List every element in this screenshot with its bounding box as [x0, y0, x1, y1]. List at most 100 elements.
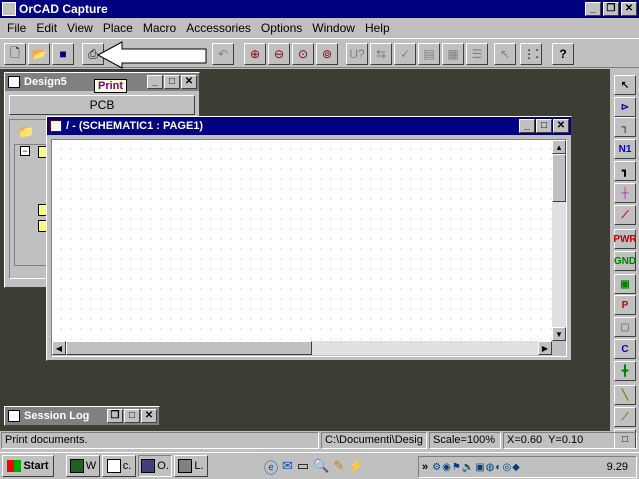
folder-icon: 📁: [18, 124, 35, 139]
junction-icon[interactable]: ┼: [614, 183, 636, 203]
start-button[interactable]: Start: [2, 455, 54, 477]
maximize-button[interactable]: □: [124, 409, 140, 423]
horizontal-scroll-thumb[interactable]: [66, 341, 312, 355]
tab-pcb[interactable]: PCB: [9, 95, 195, 115]
maximize-button[interactable]: □: [536, 119, 552, 133]
ie-icon[interactable]: ⓔ: [264, 458, 278, 478]
drc-icon[interactable]: ✓: [394, 43, 416, 65]
pointer-arrow-icon: [96, 41, 207, 69]
bus-entry-icon[interactable]: ⟋: [614, 205, 636, 225]
mdi-client-area: Design5 _ □ ✕ PCB 📁 − / - (SCHEMATIC1 : …: [0, 69, 610, 431]
outlook-icon[interactable]: ✉: [282, 458, 293, 478]
save-icon[interactable]: ■: [52, 43, 74, 65]
task-label: L.: [194, 460, 204, 472]
scroll-left-icon[interactable]: ◀: [52, 341, 66, 355]
task-label: W: [85, 460, 97, 472]
menu-options[interactable]: Options: [256, 21, 307, 35]
crossref-icon[interactable]: ▦: [442, 43, 464, 65]
channel-icon[interactable]: ✎: [333, 458, 344, 478]
zoom-all-icon[interactable]: ⊚: [316, 43, 338, 65]
power-icon[interactable]: PWR: [613, 229, 637, 249]
open-icon[interactable]: 📂: [28, 43, 50, 65]
winamp-icon[interactable]: ⚡: [348, 458, 364, 478]
hierarchical-pin-icon[interactable]: ▢: [614, 317, 636, 337]
layout-icon: [178, 459, 193, 473]
zoom-out-icon[interactable]: ⊖: [268, 43, 290, 65]
vertical-scrollbar[interactable]: ▲ ▼: [552, 140, 566, 341]
undo-icon[interactable]: ↶: [212, 43, 234, 65]
schematic-window[interactable]: / - (SCHEMATIC1 : PAGE1) _ □ ✕ ▲ ▼ ◀ ▶: [46, 116, 572, 361]
status-scale: Scale=100%: [429, 432, 501, 449]
session-log-window[interactable]: Session Log ❐ □ ✕: [4, 406, 160, 426]
orcad-icon: [141, 459, 156, 473]
place-polyline-icon[interactable]: ⟋: [614, 407, 636, 427]
schematic-frame: ▲ ▼ ◀ ▶: [51, 139, 567, 357]
place-part-icon[interactable]: ⊳: [614, 97, 636, 117]
minimize-button[interactable]: _: [585, 2, 601, 16]
place-line-icon[interactable]: ╲: [614, 385, 636, 405]
net-alias-icon[interactable]: N1: [614, 139, 636, 159]
design-window-title: Design5: [24, 76, 67, 88]
schematic-window-title: / - (SCHEMATIC1 : PAGE1): [66, 120, 204, 132]
taskbar-task-doc[interactable]: c.: [102, 455, 136, 477]
restore-button[interactable]: ❐: [107, 409, 123, 423]
taskbar-task-orcad[interactable]: O.: [138, 455, 172, 477]
scroll-right-icon[interactable]: ▶: [538, 341, 552, 355]
hierarchical-block-icon[interactable]: ▣: [614, 274, 636, 294]
taskbar-task-word[interactable]: W: [66, 455, 100, 477]
menu-place[interactable]: Place: [98, 21, 138, 35]
desktop-icon[interactable]: ▭: [297, 458, 309, 478]
annotate-icon[interactable]: U?: [346, 43, 368, 65]
scroll-up-icon[interactable]: ▲: [552, 140, 566, 154]
tray-icons[interactable]: ⚙◉⚑🔈▣◍◐◎◆: [432, 462, 521, 473]
close-button[interactable]: ✕: [621, 2, 637, 16]
netlist-icon[interactable]: ▤: [418, 43, 440, 65]
ground-icon[interactable]: GND: [614, 251, 636, 271]
collapse-icon[interactable]: −: [20, 146, 30, 156]
schematic-window-titlebar[interactable]: / - (SCHEMATIC1 : PAGE1) _ □ ✕: [47, 117, 571, 135]
close-button[interactable]: ✕: [181, 75, 197, 89]
snap-grid-icon[interactable]: ⋮⁚: [520, 43, 542, 65]
schematic-canvas[interactable]: [52, 140, 552, 341]
search-icon[interactable]: 🔍: [313, 458, 329, 478]
close-button[interactable]: ✕: [553, 119, 569, 133]
menu-window[interactable]: Window: [307, 21, 360, 35]
menu-bar: File Edit View Place Macro Accessories O…: [0, 18, 639, 37]
taskbar: Start Wc. O. L. ⓔ ✉ ▭ 🔍 ✎ ⚡ » ⚙◉⚑🔈▣◍◐◎◆ 9.…: [0, 452, 639, 479]
place-wire-icon[interactable]: ┐: [614, 117, 636, 137]
menu-accessories[interactable]: Accessories: [181, 21, 256, 35]
no-connect-icon[interactable]: ╋: [614, 361, 636, 381]
select-icon[interactable]: ↖: [614, 75, 636, 95]
restore-button[interactable]: ❐: [603, 2, 619, 16]
menu-macro[interactable]: Macro: [138, 21, 181, 35]
quick-launch: ⓔ ✉ ▭ 🔍 ✎ ⚡: [264, 458, 364, 478]
clock[interactable]: 9.29: [607, 461, 628, 473]
zoom-in-icon[interactable]: ⊕: [244, 43, 266, 65]
pointer-icon[interactable]: ↖: [494, 43, 516, 65]
vertical-scroll-thumb[interactable]: [552, 154, 566, 202]
menu-view[interactable]: View: [62, 21, 98, 35]
log-icon: [8, 410, 20, 422]
orcad-icon: [2, 2, 16, 16]
scroll-down-icon[interactable]: ▼: [552, 327, 566, 341]
menu-edit[interactable]: Edit: [31, 21, 62, 35]
minimize-button[interactable]: _: [147, 75, 163, 89]
system-tray: » ⚙◉⚑🔈▣◍◐◎◆ 9.29: [418, 456, 637, 478]
backannotate-icon[interactable]: ⇆: [370, 43, 392, 65]
taskbar-task-layout[interactable]: L.: [174, 455, 208, 477]
maximize-button[interactable]: □: [164, 75, 180, 89]
horizontal-scrollbar[interactable]: ◀ ▶: [52, 341, 552, 355]
zoom-area-icon[interactable]: ⊙: [292, 43, 314, 65]
close-button[interactable]: ✕: [141, 409, 157, 423]
hierarchical-port-icon[interactable]: P: [614, 295, 636, 315]
help-icon[interactable]: ?: [552, 43, 574, 65]
bom-icon[interactable]: ☰: [466, 43, 488, 65]
tray-chevron[interactable]: »: [422, 461, 428, 473]
app-title-bar[interactable]: OrCAD Capture _ ❐ ✕: [0, 0, 639, 18]
off-page-connector-icon[interactable]: C: [614, 339, 636, 359]
place-bus-icon[interactable]: ┓: [614, 161, 636, 181]
minimize-button[interactable]: _: [519, 119, 535, 133]
new-icon[interactable]: 🗋: [4, 43, 26, 65]
menu-file[interactable]: File: [2, 21, 31, 35]
menu-help[interactable]: Help: [360, 21, 395, 35]
